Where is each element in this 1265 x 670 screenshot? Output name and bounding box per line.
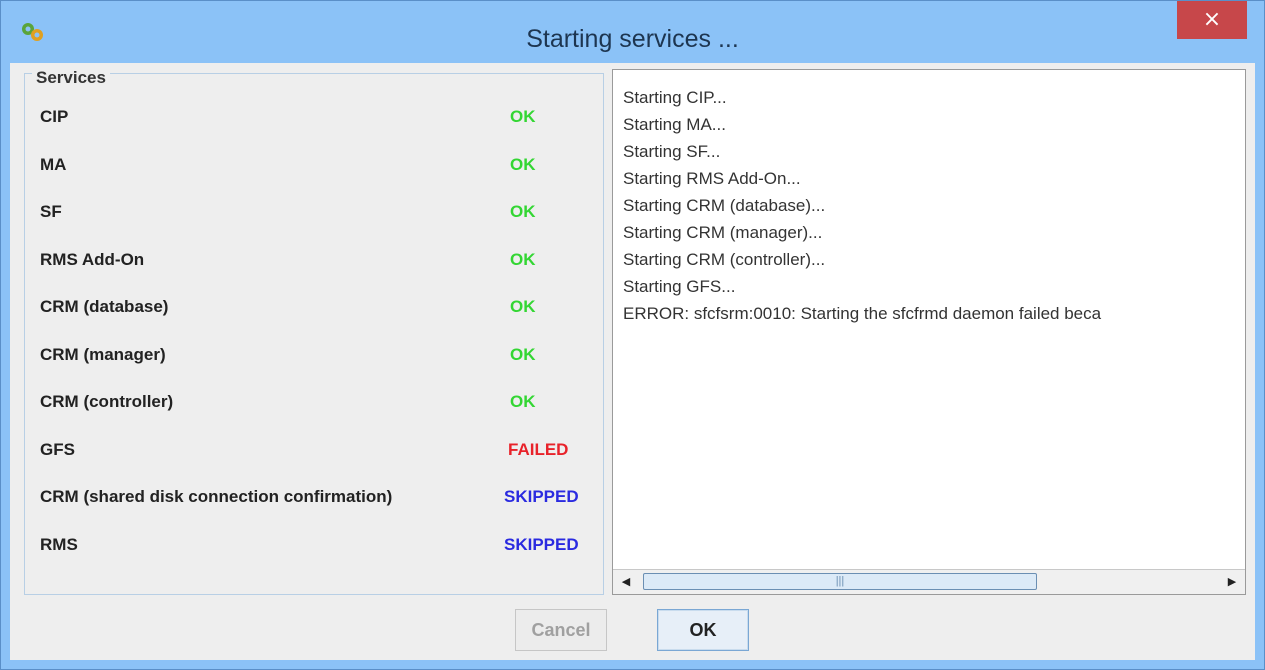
service-status: FAILED xyxy=(508,439,569,459)
service-status: OK xyxy=(510,202,536,221)
service-name: RMS xyxy=(40,534,78,554)
service-status: SKIPPED xyxy=(504,487,579,506)
log-line: Starting SF... xyxy=(623,142,721,161)
log-line: Starting CRM (controller)... xyxy=(623,250,826,269)
service-name: RMS Add-On xyxy=(40,249,145,269)
service-row: CRM (database) OK xyxy=(40,297,600,327)
scroll-thumb[interactable]: ||| xyxy=(643,573,1037,590)
log-line: Starting CIP... xyxy=(623,88,727,107)
dialog-window: Starting services ... × Services CIP OK MA… xyxy=(0,0,1265,670)
log-output-panel[interactable]: Starting CIP... Starting MA... Starting SF… xyxy=(612,69,1246,595)
service-name: CRM (controller) xyxy=(40,392,174,411)
scroll-right-icon[interactable]: ▶ xyxy=(1223,570,1241,594)
service-row: GFS FAILED xyxy=(40,440,600,470)
service-status: OK xyxy=(510,154,536,174)
log-line: Starting RMS Add-On... xyxy=(623,169,801,188)
dialog-content: Services CIP OK MA OK SF OK RMS Add-On OK CRM (d… xyxy=(10,63,1255,660)
service-row: CRM (manager) OK xyxy=(40,345,600,375)
service-name: CIP xyxy=(40,107,69,126)
log-line: Starting CRM (manager)... xyxy=(623,223,823,242)
log-lines: Starting CIP... Starting MA... Starting SF… xyxy=(623,84,1101,327)
horizontal-scrollbar[interactable]: ◀ ||| ▶ xyxy=(613,569,1245,594)
service-name: GFS xyxy=(40,439,75,459)
service-status: OK xyxy=(510,297,536,316)
scroll-left-icon[interactable]: ◀ xyxy=(617,570,635,594)
service-row: MA OK xyxy=(40,155,600,185)
service-row: CRM (controller) OK xyxy=(40,392,600,422)
window-title: Starting services ... xyxy=(526,25,739,53)
service-name: CRM (manager) xyxy=(40,344,166,364)
title-bar[interactable]: Starting services ... × xyxy=(1,1,1264,63)
service-row: CRM (shared disk connection confirmation… xyxy=(40,487,600,517)
log-line: Starting CRM (database)... xyxy=(623,196,826,215)
service-name: MA xyxy=(40,154,67,174)
service-row: SF OK xyxy=(40,202,600,232)
close-icon[interactable]: × xyxy=(1177,1,1247,39)
log-line: Starting MA... xyxy=(623,115,726,134)
service-name: SF xyxy=(40,202,62,221)
log-line: ERROR: sfcfsrm:0010: Starting the sfcfrm… xyxy=(623,304,1102,323)
service-name: CRM (database) xyxy=(40,297,169,316)
log-line: Starting GFS... xyxy=(623,277,736,296)
service-status: SKIPPED xyxy=(504,534,579,554)
service-status: OK xyxy=(510,392,536,411)
services-panel: Services CIP OK MA OK SF OK RMS Add-On OK CRM (d… xyxy=(24,68,604,595)
services-legend: Services xyxy=(32,68,110,88)
ok-button[interactable]: OK xyxy=(657,609,749,651)
service-row: CIP OK xyxy=(40,107,600,137)
service-name: CRM (shared disk connection confirmation… xyxy=(40,487,393,506)
service-status: OK xyxy=(510,344,536,364)
service-row: RMS Add-On OK xyxy=(40,250,600,280)
service-status: OK xyxy=(510,249,536,269)
service-status: OK xyxy=(510,107,536,126)
cancel-button[interactable]: Cancel xyxy=(515,609,607,651)
service-row: RMS SKIPPED xyxy=(40,535,600,565)
